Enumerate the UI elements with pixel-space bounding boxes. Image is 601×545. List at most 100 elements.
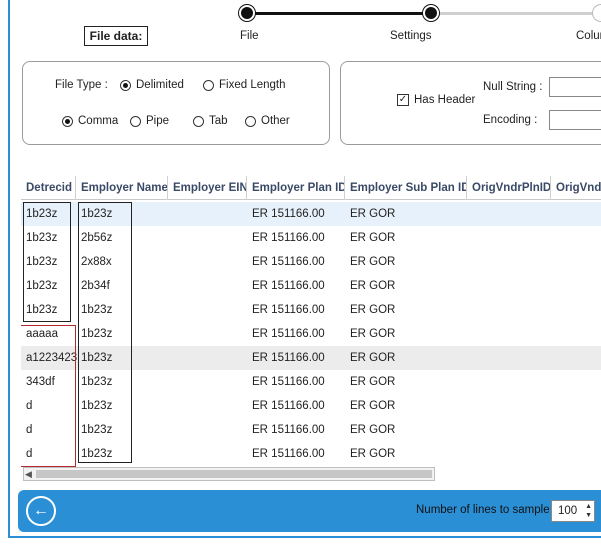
table-cell[interactable]: ER 151166.00 xyxy=(247,322,345,346)
table-cell[interactable] xyxy=(551,202,601,226)
column-header-employer-plan-id[interactable]: Employer Plan ID xyxy=(247,176,345,200)
table-cell[interactable] xyxy=(551,394,601,418)
table-cell[interactable] xyxy=(467,394,551,418)
table-row[interactable]: 343df 1b23z ER 151166.00 ER GOR xyxy=(21,370,601,394)
table-cell[interactable] xyxy=(467,418,551,442)
table-row[interactable]: 1b23z 2b56z ER 151166.00 ER GOR xyxy=(21,226,601,250)
column-header-employer-name[interactable]: Employer Name xyxy=(76,176,168,200)
table-cell[interactable]: ER 151166.00 xyxy=(247,298,345,322)
table-cell[interactable] xyxy=(467,322,551,346)
table-cell[interactable]: ER GOR xyxy=(345,226,467,250)
table-cell[interactable]: 2b56z xyxy=(76,226,168,250)
table-cell[interactable] xyxy=(168,274,247,298)
table-row[interactable]: 1b23z 2x88x ER 151166.00 ER GOR xyxy=(21,250,601,274)
radio-tab[interactable]: Tab xyxy=(193,115,228,127)
table-cell[interactable] xyxy=(551,298,601,322)
radio-fixed-length[interactable]: Fixed Length xyxy=(203,79,286,91)
table-cell[interactable]: 343df xyxy=(21,370,76,394)
column-header-employer-sub-plan-id[interactable]: Employer Sub Plan ID xyxy=(345,176,467,200)
table-cell[interactable]: 1b23z xyxy=(21,250,76,274)
table-cell[interactable]: 1b23z xyxy=(21,298,76,322)
table-cell[interactable] xyxy=(168,442,247,466)
table-cell[interactable] xyxy=(551,250,601,274)
table-row[interactable]: 1b23z 2b34f ER 151166.00 ER GOR xyxy=(21,274,601,298)
table-cell[interactable]: ER 151166.00 xyxy=(247,442,345,466)
table-cell[interactable]: ER GOR xyxy=(345,370,467,394)
table-cell[interactable] xyxy=(551,274,601,298)
preview-data-grid[interactable]: Detrecid Employer Name Employer EIN Empl… xyxy=(21,176,601,483)
table-cell[interactable]: aaaaa xyxy=(21,322,76,346)
table-cell[interactable]: 1b23z xyxy=(76,394,168,418)
table-row[interactable]: aaaaa 1b23z ER 151166.00 ER GOR xyxy=(21,322,601,346)
table-cell[interactable]: 1b23z xyxy=(21,274,76,298)
step-dot-settings[interactable] xyxy=(423,5,439,21)
table-cell[interactable]: ER 151166.00 xyxy=(247,346,345,370)
table-cell[interactable] xyxy=(467,298,551,322)
table-cell[interactable] xyxy=(168,202,247,226)
radio-other[interactable]: Other xyxy=(245,115,290,127)
table-cell[interactable]: ER GOR xyxy=(345,250,467,274)
step-dot-columns[interactable] xyxy=(593,5,601,21)
table-cell[interactable]: ER GOR xyxy=(345,442,467,466)
table-cell[interactable] xyxy=(467,250,551,274)
table-cell[interactable]: 2b34f xyxy=(76,274,168,298)
horizontal-scrollbar[interactable]: ◀ xyxy=(23,467,435,481)
has-header-checkbox[interactable]: ✓ Has Header xyxy=(397,94,475,106)
null-string-input[interactable] xyxy=(549,77,601,97)
table-cell[interactable] xyxy=(168,226,247,250)
table-cell[interactable] xyxy=(168,346,247,370)
table-cell[interactable] xyxy=(168,322,247,346)
table-cell[interactable]: 1b23z xyxy=(76,322,168,346)
table-cell[interactable]: ER GOR xyxy=(345,346,467,370)
table-cell[interactable]: ER GOR xyxy=(345,202,467,226)
table-cell[interactable]: 1b23z xyxy=(76,202,168,226)
table-cell[interactable] xyxy=(168,394,247,418)
column-header-origvndrplnid[interactable]: OrigVndrPlnID xyxy=(467,176,551,200)
table-cell[interactable] xyxy=(467,202,551,226)
table-cell[interactable]: ER GOR xyxy=(345,418,467,442)
table-cell[interactable] xyxy=(551,322,601,346)
radio-comma[interactable]: Comma xyxy=(62,115,118,127)
table-cell[interactable]: ER 151166.00 xyxy=(247,394,345,418)
table-cell[interactable]: ER 151166.00 xyxy=(247,370,345,394)
table-cell[interactable]: 1b23z xyxy=(21,226,76,250)
table-cell[interactable] xyxy=(551,226,601,250)
table-cell[interactable]: d xyxy=(21,394,76,418)
table-cell[interactable]: ER GOR xyxy=(345,394,467,418)
table-cell[interactable]: ER GOR xyxy=(345,322,467,346)
table-cell[interactable] xyxy=(551,370,601,394)
table-row[interactable]: 1b23z 1b23z ER 151166.00 ER GOR xyxy=(21,298,601,322)
scrollbar-thumb[interactable] xyxy=(36,470,432,478)
table-row[interactable]: d 1b23z ER 151166.00 ER GOR xyxy=(21,394,601,418)
table-cell[interactable] xyxy=(467,370,551,394)
table-cell[interactable]: ER 151166.00 xyxy=(247,202,345,226)
table-cell[interactable] xyxy=(168,250,247,274)
table-cell[interactable]: d xyxy=(21,442,76,466)
table-cell[interactable] xyxy=(168,298,247,322)
table-cell[interactable]: 1b23z xyxy=(76,346,168,370)
encoding-input[interactable] xyxy=(549,110,601,130)
sample-lines-stepper[interactable]: 100 ▲ ▼ xyxy=(551,500,595,522)
table-cell[interactable]: ER 151166.00 xyxy=(247,274,345,298)
table-cell[interactable]: ER 151166.00 xyxy=(247,418,345,442)
table-row[interactable]: d 1b23z ER 151166.00 ER GOR xyxy=(21,442,601,466)
table-cell[interactable]: d xyxy=(21,418,76,442)
table-row[interactable]: a1223423 1b23z ER 151166.00 ER GOR xyxy=(21,346,601,370)
column-header-detrecid[interactable]: Detrecid xyxy=(21,176,76,200)
back-arrow-button[interactable]: ← xyxy=(26,496,56,526)
table-cell[interactable]: 1b23z xyxy=(76,370,168,394)
step-dot-file[interactable] xyxy=(239,5,255,21)
table-cell[interactable] xyxy=(168,370,247,394)
table-cell[interactable] xyxy=(551,346,601,370)
table-cell[interactable]: ER GOR xyxy=(345,298,467,322)
table-cell[interactable] xyxy=(551,442,601,466)
table-row[interactable]: d 1b23z ER 151166.00 ER GOR xyxy=(21,418,601,442)
scroll-left-icon[interactable]: ◀ xyxy=(25,469,32,480)
table-cell[interactable] xyxy=(467,346,551,370)
column-header-origvnd[interactable]: OrigVnd xyxy=(551,176,601,200)
column-header-employer-ein[interactable]: Employer EIN xyxy=(168,176,247,200)
table-cell[interactable]: 1b23z xyxy=(76,298,168,322)
table-cell[interactable]: 1b23z xyxy=(76,418,168,442)
table-cell[interactable] xyxy=(467,442,551,466)
table-cell[interactable]: ER GOR xyxy=(345,274,467,298)
